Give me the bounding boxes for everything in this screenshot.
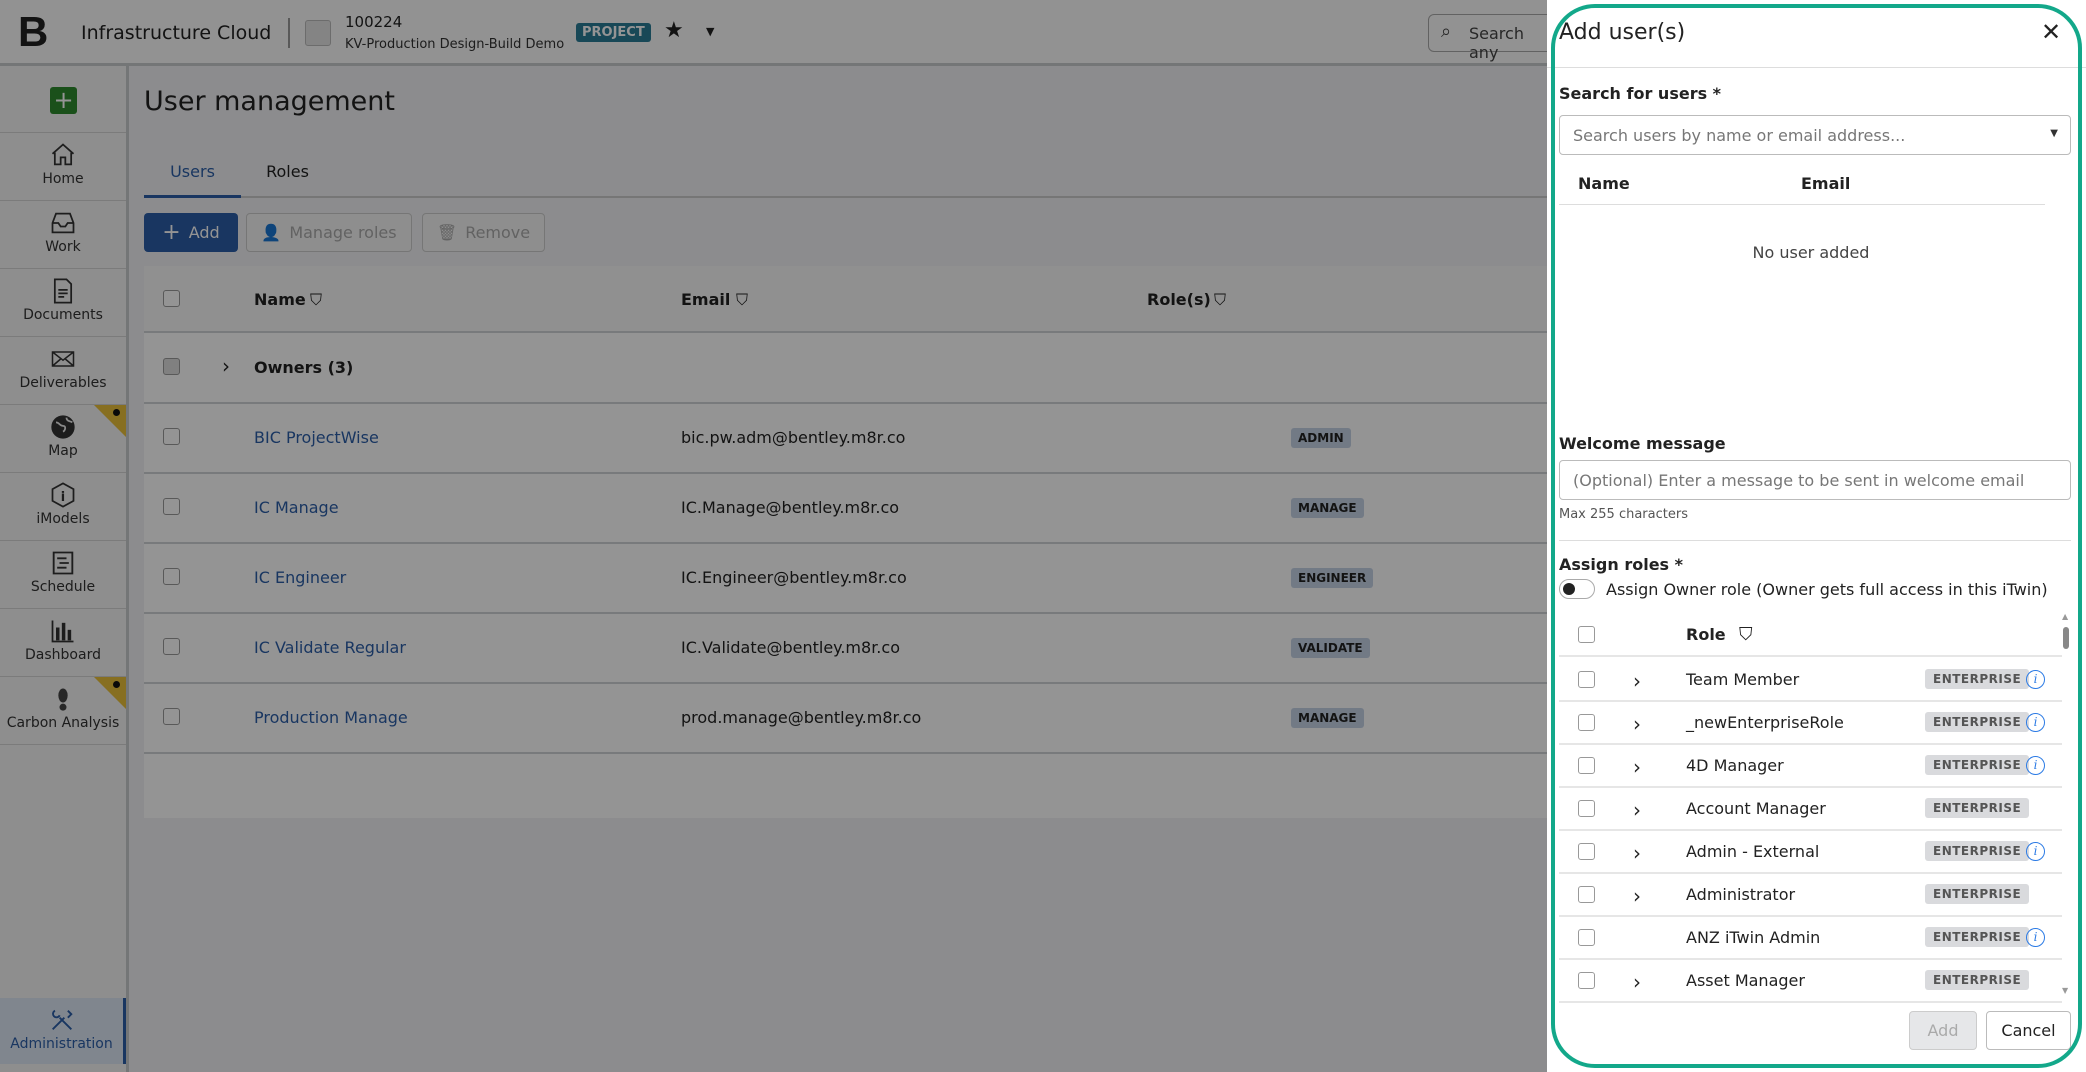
scrollbar-thumb[interactable]: [2063, 627, 2069, 649]
search-users-label: Search for users *: [1559, 84, 1722, 103]
enterprise-badge: ENTERPRISE: [1925, 927, 2030, 947]
divider: [1559, 204, 2045, 205]
filter-icon[interactable]: ⛉: [1739, 624, 1753, 645]
dialog-add-button[interactable]: Add: [1909, 1011, 1977, 1050]
enterprise-badge: ENTERPRISE: [1925, 970, 2030, 990]
info-icon[interactable]: i: [2026, 756, 2045, 775]
scroll-down-icon[interactable]: ▼: [2062, 986, 2068, 995]
role-checkbox[interactable]: [1578, 886, 1595, 903]
assign-roles-label: Assign roles *: [1559, 555, 1684, 574]
owner-role-toggle[interactable]: [1559, 579, 1595, 599]
dialog-cancel-button[interactable]: Cancel: [1986, 1011, 2071, 1050]
dropdown-caret-icon[interactable]: ▼: [2050, 128, 2058, 139]
roles-table-header: Role ⛉: [1559, 614, 2062, 657]
search-users-input[interactable]: Search users by name or email address...…: [1559, 115, 2071, 155]
role-name: 4D Manager: [1686, 756, 1784, 775]
info-icon[interactable]: i: [2026, 713, 2045, 732]
empty-state-text: No user added: [1752, 243, 1870, 262]
scroll-up-icon[interactable]: ▲: [2062, 612, 2068, 621]
search-users-placeholder: Search users by name or email address...: [1573, 125, 1906, 145]
welcome-message-label: Welcome message: [1559, 434, 1726, 453]
role-name: Team Member: [1686, 670, 1800, 689]
role-row[interactable]: › Admin - External ENTERPRISE i: [1559, 831, 2062, 874]
divider: [1547, 67, 2086, 68]
chevron-right-icon[interactable]: ›: [1633, 798, 1641, 822]
role-checkbox[interactable]: [1578, 800, 1595, 817]
role-checkbox[interactable]: [1578, 714, 1595, 731]
chevron-right-icon[interactable]: ›: [1633, 841, 1641, 865]
close-icon[interactable]: ✕: [2041, 18, 2061, 46]
role-checkbox[interactable]: [1578, 843, 1595, 860]
role-name: _newEnterpriseRole: [1686, 713, 1844, 732]
role-name: Administrator: [1686, 885, 1796, 904]
chevron-right-icon[interactable]: ›: [1633, 755, 1641, 779]
role-name: Asset Manager: [1686, 971, 1805, 990]
enterprise-badge: ENTERPRISE: [1925, 841, 2030, 861]
chevron-right-icon[interactable]: ›: [1633, 970, 1641, 994]
role-row[interactable]: › Administrator ENTERPRISE: [1559, 874, 2062, 917]
chevron-right-icon[interactable]: ›: [1633, 712, 1641, 736]
welcome-hint: Max 255 characters: [1559, 507, 1688, 522]
role-name: ANZ iTwin Admin: [1686, 928, 1821, 947]
enterprise-badge: ENTERPRISE: [1925, 884, 2030, 904]
role-row[interactable]: › _newEnterpriseRole ENTERPRISE i: [1559, 702, 2062, 745]
role-name: Account Manager: [1686, 799, 1826, 818]
roles-scrollbar[interactable]: ▲ ▼: [2062, 612, 2070, 998]
role-row[interactable]: › 4D Manager ENTERPRISE i: [1559, 745, 2062, 788]
role-row[interactable]: › Asset Manager ENTERPRISE: [1559, 960, 2062, 1003]
enterprise-badge: ENTERPRISE: [1925, 798, 2030, 818]
col-name: Name: [1578, 174, 1630, 193]
info-icon[interactable]: i: [2026, 670, 2045, 689]
role-checkbox[interactable]: [1578, 929, 1595, 946]
welcome-placeholder: (Optional) Enter a message to be sent in…: [1573, 470, 2025, 490]
toggle-knob: [1563, 583, 1575, 595]
owner-role-label: Assign Owner role (Owner gets full acces…: [1606, 580, 2048, 599]
role-row[interactable]: › Account Manager ENTERPRISE: [1559, 788, 2062, 831]
chevron-right-icon[interactable]: ›: [1633, 884, 1641, 908]
select-all-roles-checkbox[interactable]: [1578, 626, 1595, 643]
enterprise-badge: ENTERPRISE: [1925, 669, 2030, 689]
role-checkbox[interactable]: [1578, 757, 1595, 774]
col-email: Email: [1801, 174, 1851, 193]
role-row[interactable]: ANZ iTwin Admin ENTERPRISE i: [1559, 917, 2062, 960]
chevron-right-icon[interactable]: ›: [1633, 669, 1641, 693]
welcome-message-input[interactable]: (Optional) Enter a message to be sent in…: [1559, 460, 2071, 500]
info-icon[interactable]: i: [2026, 842, 2045, 861]
enterprise-badge: ENTERPRISE: [1925, 712, 2030, 732]
role-row[interactable]: › Team Member ENTERPRISE i: [1559, 659, 2062, 702]
enterprise-badge: ENTERPRISE: [1925, 755, 2030, 775]
divider: [1559, 540, 2071, 541]
role-name: Admin - External: [1686, 842, 1820, 861]
role-checkbox[interactable]: [1578, 671, 1595, 688]
role-checkbox[interactable]: [1578, 972, 1595, 989]
dialog-title: Add user(s): [1559, 20, 1686, 45]
col-role[interactable]: Role: [1686, 625, 1726, 644]
info-icon[interactable]: i: [2026, 928, 2045, 947]
